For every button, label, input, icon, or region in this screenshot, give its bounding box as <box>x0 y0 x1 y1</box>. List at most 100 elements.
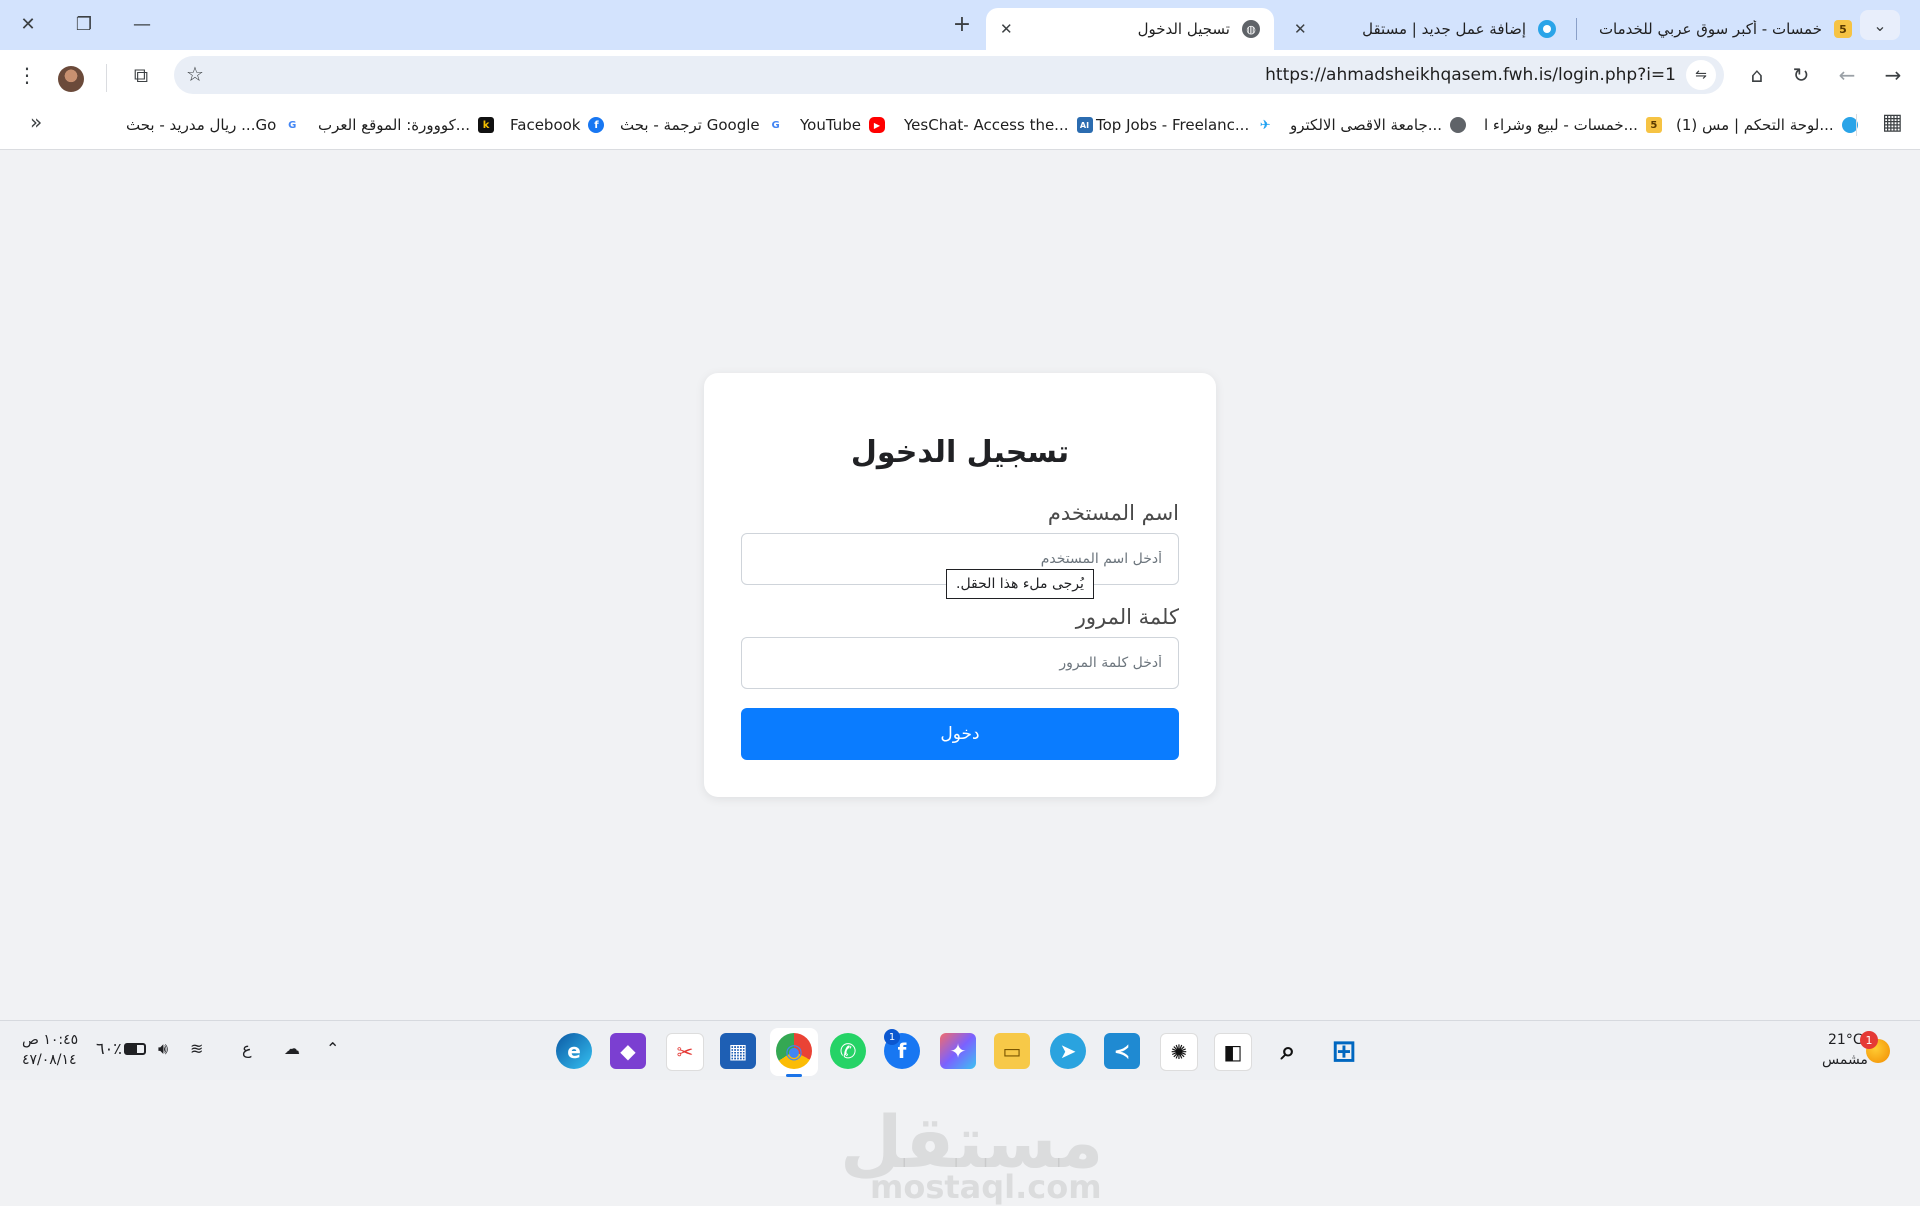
wifi-icon[interactable]: ≋ <box>190 1039 203 1058</box>
bookmarks-bar: » G ريال مدريد - بحث ...Go k كووورة: الم… <box>0 100 1920 150</box>
bookmark-item[interactable]: f Facebook <box>510 112 605 138</box>
login-submit-button[interactable]: دخول <box>741 708 1179 760</box>
snipping-tool-icon[interactable]: ✂ <box>666 1033 704 1071</box>
yeschat-favicon: AI <box>1076 117 1093 133</box>
reload-icon: ↻ <box>1792 63 1810 87</box>
arrow-right-icon: → <box>1884 63 1902 87</box>
tab-mostaql[interactable]: إضافة عمل جديد | مستقل ✕ <box>1280 8 1570 50</box>
weather-temperature[interactable]: 21°C <box>1828 1032 1863 1048</box>
puzzle-icon: ⧉ <box>133 63 149 87</box>
search-icon[interactable]: ⌕ <box>1270 1033 1306 1069</box>
tab-search-button[interactable]: ⌄ <box>1860 10 1900 40</box>
weather-notification-badge: 1 <box>1860 1031 1878 1049</box>
windows-taskbar: ١٠:٤٥ ص ٤٧/٠٨/١٤ ٦٠٪ 🔊︎ ≋ ع ☁ ⌃ e ◆ ✂ ▦ … <box>0 1020 1920 1080</box>
chatgpt-icon[interactable]: ✺ <box>1160 1033 1198 1071</box>
microsoft-store-icon[interactable]: ▦ <box>720 1033 756 1069</box>
extensions-button[interactable]: ⧉ <box>122 56 160 94</box>
globe-icon: ◍ <box>1242 20 1260 38</box>
more-vertical-icon: ⋮ <box>17 63 37 87</box>
tab-title: تسجيل الدخول <box>1137 20 1230 38</box>
forward-button[interactable]: ← <box>1828 56 1866 94</box>
home-button[interactable]: ⌂ <box>1738 56 1776 94</box>
clock-time[interactable]: ١٠:٤٥ ص <box>22 1032 78 1048</box>
bookmark-item[interactable]: 5 خمسات - لبيع وشراء ا... <box>1484 112 1662 138</box>
bookmark-item[interactable]: ✈ Top Jobs - Freelanc... <box>1096 112 1274 138</box>
battery-icon[interactable] <box>124 1043 146 1055</box>
bookmark-label: ريال مدريد - بحث ...Go <box>126 116 277 134</box>
visual-studio-icon[interactable]: ◆ <box>610 1033 646 1069</box>
validation-tooltip: .يُرجى ملء هذا الحقل <box>946 569 1094 599</box>
bookmark-label: Top Jobs - Freelanc... <box>1096 116 1250 134</box>
bookmark-item[interactable]: G ترجمة - بحث Google <box>620 112 784 138</box>
back-button[interactable]: → <box>1874 56 1912 94</box>
new-tab-button[interactable]: + <box>940 6 984 42</box>
bookmarks-divider <box>1856 114 1857 136</box>
bookmark-label: جامعة الاقصى الالكترو... <box>1290 116 1443 134</box>
battery-percent: ٦٠٪ <box>96 1039 122 1058</box>
password-input[interactable] <box>741 637 1179 689</box>
bookmark-label: ترجمة - بحث Google <box>620 116 760 134</box>
page-content: تسجيل الدخول اسم المستخدم كلمة المرور دخ… <box>0 150 1920 1206</box>
bookmark-star-icon[interactable]: ☆ <box>186 62 204 86</box>
start-button-icon[interactable]: ⊞ <box>1326 1033 1362 1069</box>
youtube-icon: ▶ <box>869 117 885 133</box>
google-icon: G <box>767 117 784 133</box>
bookmark-label: (1) لوحة التحكم | مس... <box>1676 116 1834 134</box>
apps-grid-icon[interactable]: ▦ <box>1882 110 1903 135</box>
mostaql-watermark-url: mostaql.com <box>870 1168 1102 1206</box>
address-bar[interactable]: ☆ https://ahmadsheikhqasem.fwh.is/login.… <box>174 56 1724 94</box>
vscode-icon[interactable]: ≺ <box>1104 1033 1140 1069</box>
tab-close-icon[interactable]: ✕ <box>1000 20 1013 38</box>
browser-toolbar: ⋮ ⧉ ☆ https://ahmadsheikhqasem.fwh.is/lo… <box>0 50 1920 100</box>
site-settings-icon[interactable]: ⇋ <box>1686 60 1716 90</box>
tab-divider <box>1576 18 1577 40</box>
bookmark-label: Facebook <box>510 116 581 134</box>
whatsapp-icon[interactable]: ✆ <box>830 1033 866 1069</box>
bookmark-label: كووورة: الموقع العرب... <box>318 116 471 134</box>
url-text[interactable]: https://ahmadsheikhqasem.fwh.is/login.ph… <box>1265 56 1676 94</box>
bookmark-item[interactable]: ▶ YouTube <box>800 112 885 138</box>
chevron-down-icon: ⌄ <box>1873 15 1887 35</box>
reload-button[interactable]: ↻ <box>1782 56 1820 94</box>
telegram-icon[interactable]: ➤ <box>1050 1033 1086 1069</box>
show-hidden-icons-button[interactable]: ⌃ <box>326 1039 339 1058</box>
bookmark-item[interactable]: جامعة الاقصى الالكترو... <box>1290 112 1467 138</box>
google-icon: G <box>284 117 301 133</box>
bookmark-item[interactable]: G ريال مدريد - بحث ...Go <box>126 112 301 138</box>
edge-icon[interactable]: e <box>556 1033 592 1069</box>
running-indicator <box>786 1074 802 1077</box>
kooora-favicon: k <box>478 117 495 133</box>
chrome-icon[interactable]: ◉ <box>776 1033 812 1069</box>
globe-icon <box>1450 117 1467 133</box>
weather-condition[interactable]: مشمس <box>1822 1052 1868 1068</box>
tab-title: إضافة عمل جديد | مستقل <box>1362 20 1526 38</box>
bookmark-item[interactable]: k كووورة: الموقع العرب... <box>318 112 495 138</box>
onedrive-icon[interactable]: ☁ <box>284 1039 300 1058</box>
tab-khamsat[interactable]: 5 خمسات - أكبر سوق عربي للخدمات <box>1584 8 1866 50</box>
restore-icon: ❐ <box>75 13 93 35</box>
close-icon: ✕ <box>20 13 36 35</box>
home-icon: ⌂ <box>1750 63 1764 87</box>
bookmarks-overflow-button[interactable]: » <box>30 110 42 134</box>
file-explorer-icon[interactable]: ▭ <box>994 1033 1030 1069</box>
tab-title: خمسات - أكبر سوق عربي للخدمات <box>1598 20 1822 38</box>
task-view-icon[interactable]: ◧ <box>1214 1033 1252 1071</box>
bookmark-item[interactable]: AI YesChat- Access the... <box>904 112 1093 138</box>
khamsat-favicon: 5 <box>1645 117 1662 133</box>
bird-icon: ✈ <box>1257 117 1274 133</box>
bookmark-item[interactable]: (1) لوحة التحكم | مس... <box>1676 112 1858 138</box>
maximize-window-button[interactable]: ❐ <box>62 6 106 42</box>
language-indicator[interactable]: ع <box>242 1039 252 1058</box>
volume-icon[interactable]: 🔊︎ <box>158 1039 168 1059</box>
minimize-window-button[interactable]: — <box>120 6 164 42</box>
clock-date[interactable]: ٤٧/٠٨/١٤ <box>22 1052 77 1068</box>
chrome-menu-button[interactable]: ⋮ <box>8 56 46 94</box>
close-window-button[interactable]: ✕ <box>6 6 50 42</box>
plus-icon: + <box>952 11 972 37</box>
tab-close-icon[interactable]: ✕ <box>1294 20 1307 38</box>
password-label: كلمة المرور <box>1075 605 1179 629</box>
profile-avatar[interactable] <box>58 66 84 92</box>
mostaql-favicon <box>1538 20 1556 38</box>
tab-login[interactable]: ◍ تسجيل الدخول ✕ <box>986 8 1274 50</box>
copilot-icon[interactable]: ✦ <box>940 1033 976 1069</box>
